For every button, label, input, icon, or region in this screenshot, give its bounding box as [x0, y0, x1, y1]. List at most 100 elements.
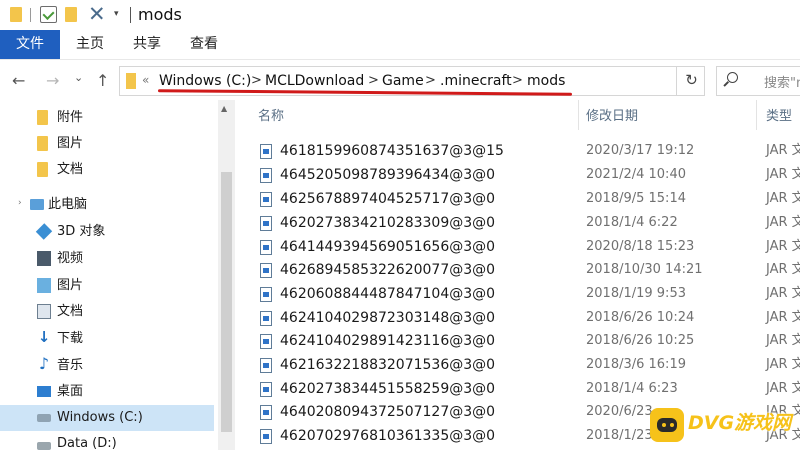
up-button[interactable]: ↑	[96, 71, 109, 91]
table-row[interactable]: 4645205098789396434@3@0 2021/2/4 10:40 J…	[250, 164, 800, 187]
file-date: 2018/1/4 6:23	[586, 381, 678, 396]
sidebar-item-downloads[interactable]: ↓ 下载	[0, 326, 214, 352]
file-name: 4620273834451558259@3@0	[280, 381, 496, 397]
documents-icon	[37, 304, 51, 319]
jar-file-icon	[260, 240, 272, 255]
file-date: 2018/1/19 9:53	[586, 286, 686, 301]
quick-access-dropdown-icon[interactable]: ▾	[114, 9, 119, 19]
sidebar-item-documents-quick[interactable]: 文档	[0, 157, 214, 183]
sidebar-item-label: 3D 对象	[57, 224, 106, 239]
sidebar-item-label: 视频	[57, 251, 84, 266]
file-type: JAR 文	[766, 333, 800, 348]
sidebar-item-label: 音乐	[57, 358, 84, 373]
file-date: 2020/6/23	[586, 404, 653, 419]
folder-icon	[37, 136, 48, 151]
file-name: 4620702976810361335@3@0	[280, 428, 496, 444]
sidebar-item-label: Windows (C:)	[57, 410, 143, 425]
breadcrumb-separator-icon[interactable]: >	[512, 71, 523, 91]
column-header-name[interactable]: 名称	[258, 108, 284, 126]
expand-chevron-icon[interactable]: ›	[18, 198, 22, 208]
file-name: 4620273834210283309@3@0	[280, 215, 496, 231]
jar-file-icon	[260, 263, 272, 278]
breadcrumb-separator-icon[interactable]: >	[368, 71, 379, 91]
file-name: 4645205098789396434@3@0	[280, 167, 496, 183]
sidebar-item-data-d[interactable]: Data (D:)	[0, 431, 214, 450]
sidebar-item-3d-objects[interactable]: 3D 对象	[0, 219, 214, 245]
sidebar-item-desktop[interactable]: 桌面	[0, 379, 214, 405]
back-button[interactable]: ←	[12, 71, 25, 91]
column-header-type[interactable]: 类型	[766, 108, 792, 126]
table-row[interactable]: 4626894585322620077@3@0 2018/10/30 14:21…	[250, 259, 800, 282]
breadcrumb-separator-icon[interactable]: >	[251, 71, 262, 91]
breadcrumb-mcldownload[interactable]: MCLDownload	[265, 71, 364, 91]
table-row[interactable]: 4621632218832071536@3@0 2018/3/6 16:19 J…	[250, 354, 800, 377]
tab-file[interactable]: 文件	[0, 30, 60, 59]
table-row[interactable]: 4624104029872303148@3@0 2018/6/26 10:24 …	[250, 307, 800, 330]
breadcrumb-minecraft[interactable]: .minecraft	[440, 71, 512, 91]
tab-view[interactable]: 查看	[190, 30, 218, 59]
3d-objects-icon	[35, 223, 53, 240]
table-row[interactable]: 4625678897404525717@3@0 2018/9/5 15:14 J…	[250, 188, 800, 211]
sidebar-item-attachments[interactable]: 附件	[0, 105, 214, 131]
file-name: 4620608844487847104@3@0	[280, 286, 496, 302]
sidebar-item-label: 下载	[57, 331, 84, 346]
file-type: JAR 文	[766, 167, 800, 182]
search-input[interactable]: 搜索"mo	[716, 66, 800, 96]
sidebar-item-pictures-quick[interactable]: 图片	[0, 131, 214, 157]
sidebar-item-videos[interactable]: 视频	[0, 246, 214, 272]
folder-icon	[37, 162, 48, 177]
sidebar-item-documents[interactable]: 文档	[0, 299, 214, 325]
column-header-date-modified[interactable]: 修改日期	[586, 108, 638, 126]
table-row[interactable]: 4620273834210283309@3@0 2018/1/4 6:22 JA…	[250, 212, 800, 235]
file-type: JAR 文	[766, 239, 800, 254]
jar-file-icon	[260, 405, 272, 420]
refresh-button[interactable]: ↻	[676, 66, 706, 96]
sidebar-item-label: 附件	[57, 110, 84, 125]
folder-icon	[37, 110, 48, 125]
jar-file-icon	[260, 334, 272, 349]
breadcrumb-game[interactable]: Game	[382, 71, 424, 91]
file-type: JAR 文	[766, 381, 800, 396]
jar-file-icon	[260, 192, 272, 207]
delete-icon[interactable]: ✕	[88, 1, 106, 27]
search-placeholder: 搜索"mo	[764, 76, 800, 91]
file-date: 2020/8/18 15:23	[586, 239, 695, 254]
jar-file-icon	[260, 311, 272, 326]
column-divider[interactable]	[756, 100, 757, 130]
breadcrumb-windows-c[interactable]: Windows (C:)	[159, 71, 251, 91]
tab-share[interactable]: 共享	[133, 30, 161, 59]
sidebar-item-music[interactable]: ♪ 音乐	[0, 353, 214, 379]
scroll-up-icon[interactable]: ▲	[221, 104, 227, 113]
sidebar-item-label: 桌面	[57, 384, 84, 399]
table-row[interactable]: 4618159960874351637@3@15 2020/3/17 19:12…	[250, 140, 800, 163]
file-name: 4621632218832071536@3@0	[280, 357, 496, 373]
jar-file-icon	[260, 144, 272, 159]
table-row[interactable]: 4624104029891423116@3@0 2018/6/26 10:25 …	[250, 330, 800, 353]
drive-icon	[37, 442, 51, 450]
sidebar-item-windows-c[interactable]: Windows (C:)	[0, 405, 214, 431]
file-date: 2018/1/23	[586, 428, 653, 443]
recent-locations-icon[interactable]: ⌄	[74, 68, 83, 88]
table-row[interactable]: 4620608844487847104@3@0 2018/1/19 9:53 J…	[250, 283, 800, 306]
breadcrumb-mods[interactable]: mods	[527, 71, 565, 91]
sidebar-item-label: 此电脑	[48, 197, 88, 212]
sidebar-item-this-pc[interactable]: › 此电脑	[0, 192, 214, 218]
new-folder-icon[interactable]	[65, 7, 77, 22]
drive-icon	[37, 414, 51, 422]
jar-file-icon	[260, 429, 272, 444]
file-date: 2018/10/30 14:21	[586, 262, 703, 277]
sidebar-item-label: 图片	[57, 278, 84, 293]
overflow-icon[interactable]: «	[142, 73, 149, 87]
breadcrumb-separator-icon[interactable]: >	[425, 71, 436, 91]
properties-checkbox-icon[interactable]	[40, 6, 57, 23]
window-title: mods	[138, 5, 182, 24]
tab-home[interactable]: 主页	[76, 30, 104, 59]
file-name: 4626894585322620077@3@0	[280, 262, 496, 278]
sidebar-item-pictures[interactable]: 图片	[0, 273, 214, 299]
forward-button[interactable]: →	[46, 71, 59, 91]
sidebar-scroll-thumb[interactable]	[221, 172, 232, 432]
column-divider[interactable]	[578, 100, 579, 130]
table-row[interactable]: 4620273834451558259@3@0 2018/1/4 6:23 JA…	[250, 378, 800, 401]
jar-file-icon	[260, 358, 272, 373]
table-row[interactable]: 4641449394569051656@3@0 2020/8/18 15:23 …	[250, 236, 800, 259]
